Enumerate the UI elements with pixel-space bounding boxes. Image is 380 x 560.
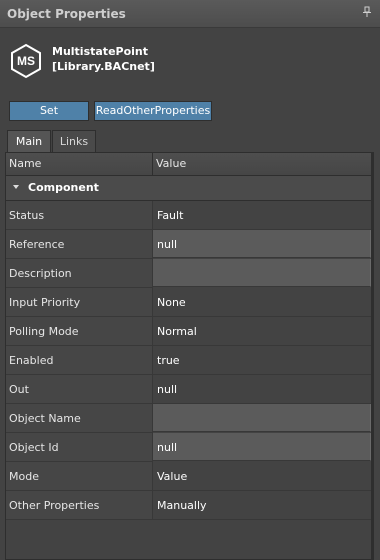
property-name-status: Status xyxy=(9,209,45,222)
property-row[interactable]: Object Id null xyxy=(6,433,373,462)
property-value-text: null xyxy=(157,441,178,454)
property-value-text: true xyxy=(157,354,180,367)
tab-links[interactable]: Links xyxy=(52,130,96,153)
property-value-text: Value xyxy=(157,470,188,483)
property-name-cell: Input Priority xyxy=(6,288,153,317)
column-header-name[interactable]: Name xyxy=(9,157,41,170)
property-value-description[interactable] xyxy=(153,259,371,287)
property-value-text: null xyxy=(157,238,178,251)
property-name-cell: Other Properties xyxy=(6,491,153,520)
property-row[interactable]: Mode Value xyxy=(6,462,373,491)
panel-titlebar: Object Properties xyxy=(0,0,380,28)
property-name-enabled: Enabled xyxy=(9,354,54,367)
panel-title: Object Properties xyxy=(7,7,126,21)
property-name-cell: Status xyxy=(6,201,153,230)
property-name-cell: Polling Mode xyxy=(6,317,153,346)
property-row[interactable]: Other Properties Manually xyxy=(6,491,373,520)
section-component[interactable]: Component xyxy=(6,176,373,201)
pin-icon[interactable] xyxy=(362,6,372,18)
property-value-polling-mode[interactable]: Normal xyxy=(153,317,373,346)
property-value-enabled[interactable]: true xyxy=(153,346,373,375)
grid-header: Name Value xyxy=(6,153,373,176)
property-value-text: None xyxy=(157,296,186,309)
property-name-object-id: Object Id xyxy=(9,441,59,454)
property-value-status[interactable]: Fault xyxy=(153,201,373,230)
column-divider[interactable] xyxy=(152,153,153,175)
property-value-out[interactable]: null xyxy=(153,375,373,404)
property-row[interactable]: Reference null xyxy=(6,230,373,259)
property-name-other-properties: Other Properties xyxy=(9,499,100,512)
property-value-object-name[interactable] xyxy=(153,404,371,432)
property-name-cell: Reference xyxy=(6,230,153,259)
property-name-object-name: Object Name xyxy=(9,412,81,425)
set-button[interactable]: Set xyxy=(9,101,89,121)
property-value-text: null xyxy=(157,383,178,396)
property-name-polling-mode: Polling Mode xyxy=(9,325,79,338)
property-row[interactable]: Polling Mode Normal xyxy=(6,317,373,346)
property-row[interactable]: Out null xyxy=(6,375,373,404)
property-name-cell: Enabled xyxy=(6,346,153,375)
property-name-cell: Object Id xyxy=(6,433,153,462)
property-name-mode: Mode xyxy=(9,470,39,483)
property-value-text: Manually xyxy=(157,499,207,512)
property-name-cell: Object Name xyxy=(6,404,153,433)
property-value-other-properties[interactable]: Manually xyxy=(153,491,373,520)
property-name-description: Description xyxy=(9,267,72,280)
property-grid: Name Value Component Status Fault Referenc… xyxy=(5,152,374,560)
multistate-icon: MS xyxy=(11,43,41,79)
property-name-reference: Reference xyxy=(9,238,65,251)
scrollbar[interactable] xyxy=(371,153,373,559)
property-value-mode[interactable]: Value xyxy=(153,462,373,491)
object-name-line2: [Library.BACnet] xyxy=(52,60,155,73)
column-header-value[interactable]: Value xyxy=(156,157,186,170)
property-name-out: Out xyxy=(9,383,29,396)
collapse-caret-icon[interactable] xyxy=(13,185,19,189)
property-value-input-priority[interactable]: None xyxy=(153,288,373,317)
property-name-cell: Out xyxy=(6,375,153,404)
property-name-input-priority: Input Priority xyxy=(9,296,81,309)
property-row[interactable]: Object Name xyxy=(6,404,373,433)
property-value-text: Normal xyxy=(157,325,197,338)
object-name-line1: MultistatePoint xyxy=(52,45,149,58)
tab-main[interactable]: Main xyxy=(7,130,51,153)
section-label: Component xyxy=(28,181,99,194)
property-row[interactable]: Status Fault xyxy=(6,201,373,230)
read-other-properties-button[interactable]: ReadOtherProperties xyxy=(94,101,212,121)
object-name: MultistatePoint [Library.BACnet] xyxy=(52,44,155,74)
property-name-cell: Mode xyxy=(6,462,153,491)
property-row[interactable]: Description xyxy=(6,259,373,288)
property-name-cell: Description xyxy=(6,259,153,288)
property-value-object-id[interactable]: null xyxy=(153,433,371,461)
property-row[interactable]: Input Priority None xyxy=(6,288,373,317)
multistate-icon-text: MS xyxy=(17,54,35,68)
property-value-reference[interactable]: null xyxy=(153,230,371,258)
property-row[interactable]: Enabled true xyxy=(6,346,373,375)
property-value-text: Fault xyxy=(157,209,184,222)
